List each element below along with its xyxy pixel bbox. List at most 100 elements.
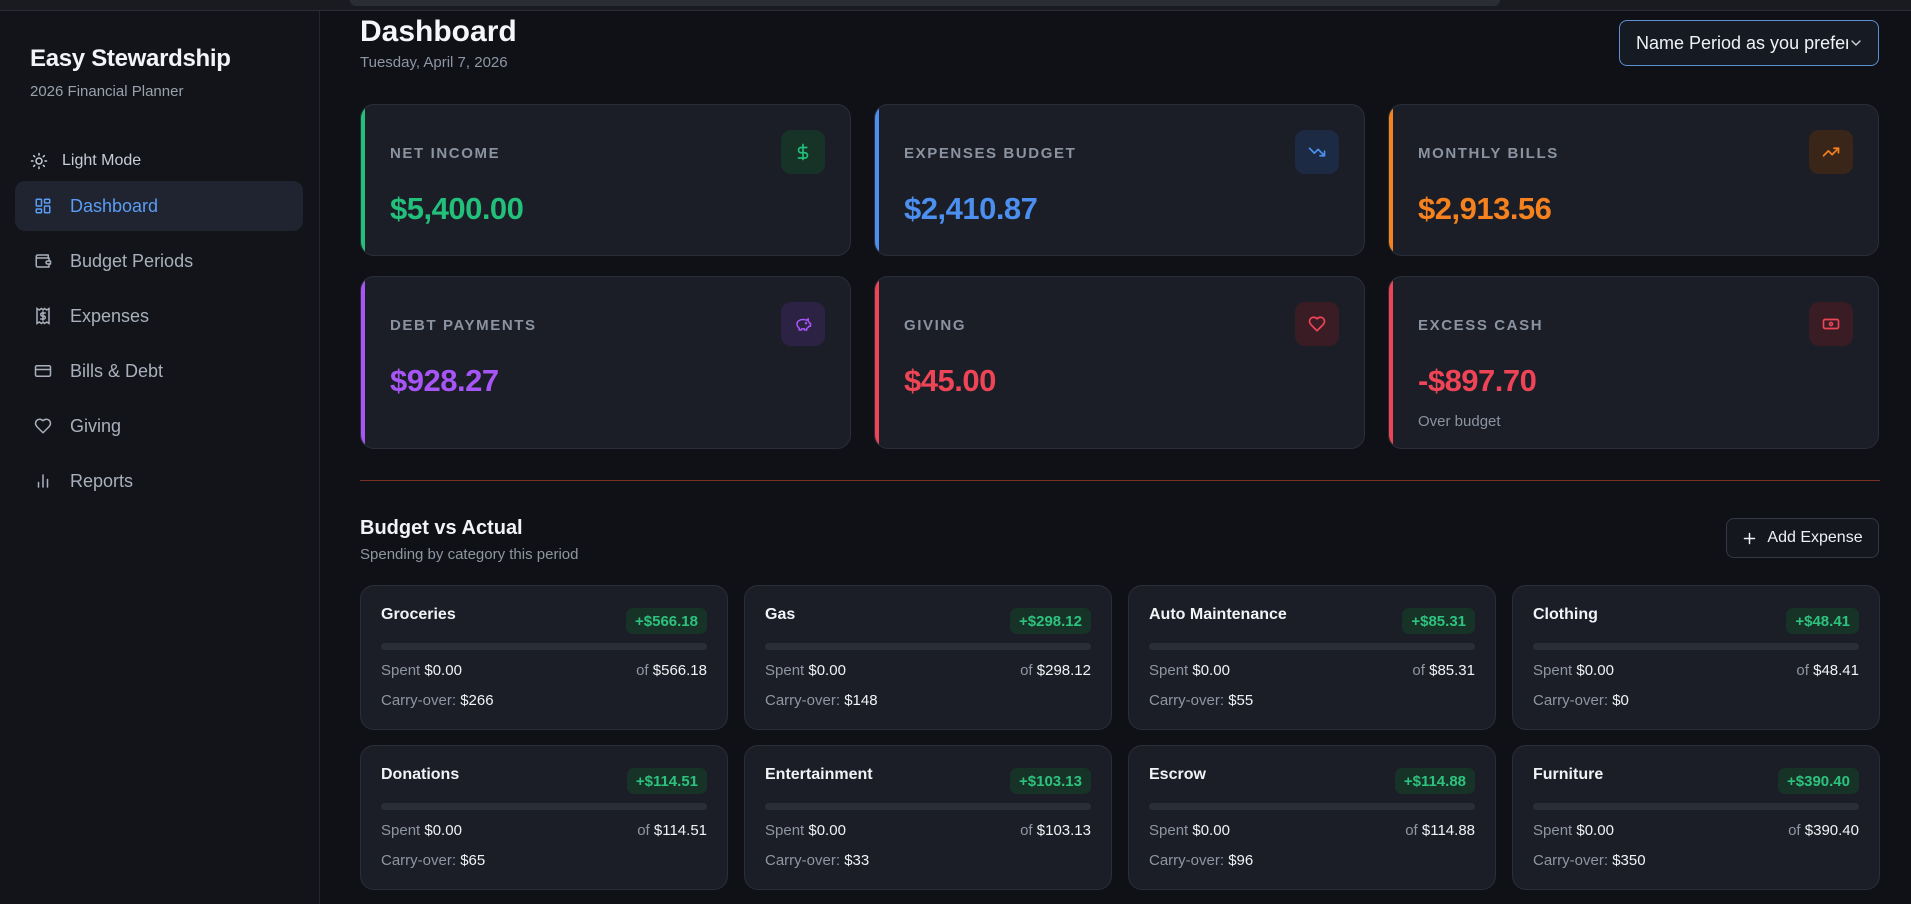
carry-over-label: Carry-over: bbox=[1149, 852, 1225, 869]
sidebar-item-bills-debt[interactable]: Bills & Debt bbox=[15, 346, 303, 396]
dashboard-icon bbox=[35, 198, 51, 214]
stat-card-expenses-budget: EXPENSES BUDGET $2,410.87 bbox=[874, 104, 1365, 256]
carry-over-label: Carry-over: bbox=[1533, 692, 1609, 709]
stat-card-debt-payments: DEBT PAYMENTS $928.27 bbox=[360, 276, 851, 449]
category-name: Clothing bbox=[1533, 606, 1598, 623]
spent-amount: Spent $0.00 bbox=[1149, 662, 1230, 679]
carry-over-value: $148 bbox=[844, 692, 878, 709]
stat-label: GIVING bbox=[904, 317, 967, 334]
stat-value: $928.27 bbox=[390, 363, 499, 398]
category-card-auto-maintenance[interactable]: Auto Maintenance +$85.31 Spent $0.00 of … bbox=[1128, 585, 1496, 730]
section-divider bbox=[360, 480, 1880, 481]
progress-bar bbox=[765, 803, 1091, 810]
carry-over-value: $55 bbox=[1228, 692, 1254, 709]
sidebar-item-label: Budget Periods bbox=[70, 250, 194, 271]
receipt-icon bbox=[36, 307, 50, 325]
browser-tab-strip bbox=[350, 0, 1500, 6]
category-card-entertainment[interactable]: Entertainment +$103.13 Spent $0.00 of $1… bbox=[744, 745, 1112, 890]
spent-value: $0.00 bbox=[1576, 822, 1614, 839]
carry-over-value: $0 bbox=[1612, 692, 1629, 709]
card-accent bbox=[361, 105, 365, 255]
total-value: $103.13 bbox=[1036, 822, 1091, 839]
of-label: of bbox=[1796, 662, 1809, 679]
remaining-badge: +$85.31 bbox=[1402, 608, 1475, 634]
carry-over: Carry-over: $96 bbox=[1149, 852, 1253, 869]
stat-label: DEBT PAYMENTS bbox=[390, 317, 537, 334]
period-select[interactable]: Name Period as you prefer bbox=[1619, 20, 1879, 66]
budget-total: of $114.51 bbox=[637, 822, 707, 839]
category-card-clothing[interactable]: Clothing +$48.41 Spent $0.00 of $48.41 C… bbox=[1512, 585, 1880, 730]
remaining-badge: +$114.51 bbox=[626, 768, 707, 794]
sidebar-item-label: Reports bbox=[70, 470, 134, 491]
budget-total: of $103.13 bbox=[1020, 822, 1091, 839]
sidebar-item-reports[interactable]: Reports bbox=[15, 456, 303, 506]
heart-icon bbox=[1295, 302, 1339, 346]
of-label: of bbox=[1020, 822, 1033, 839]
sidebar-item-budget-periods[interactable]: Budget Periods bbox=[15, 236, 303, 286]
progress-bar bbox=[1533, 803, 1859, 810]
stat-value: $2,913.56 bbox=[1418, 191, 1552, 226]
category-card-groceries[interactable]: Groceries +$566.18 Spent $0.00 of $566.1… bbox=[360, 585, 728, 730]
banknote-icon bbox=[1809, 302, 1853, 346]
carry-over-label: Carry-over: bbox=[1533, 852, 1609, 869]
spent-value: $0.00 bbox=[1192, 662, 1230, 679]
stat-value: $2,410.87 bbox=[904, 191, 1038, 226]
spent-value: $0.00 bbox=[1192, 822, 1230, 839]
period-select-value: Name Period as you prefer bbox=[1636, 32, 1848, 53]
spent-amount: Spent $0.00 bbox=[381, 662, 462, 679]
carry-over: Carry-over: $55 bbox=[1149, 692, 1253, 709]
page-date: Tuesday, April 7, 2026 bbox=[360, 54, 508, 71]
total-value: $85.31 bbox=[1429, 662, 1475, 679]
spent-amount: Spent $0.00 bbox=[765, 662, 846, 679]
stat-card-net-income: NET INCOME $5,400.00 bbox=[360, 104, 851, 256]
total-value: $390.40 bbox=[1804, 822, 1859, 839]
stat-label: MONTHLY BILLS bbox=[1418, 145, 1559, 162]
budget-total: of $390.40 bbox=[1788, 822, 1859, 839]
category-name: Auto Maintenance bbox=[1149, 606, 1287, 623]
spent-value: $0.00 bbox=[1576, 662, 1614, 679]
sidebar-item-dashboard[interactable]: Dashboard bbox=[15, 181, 303, 231]
remaining-badge: +$390.40 bbox=[1778, 768, 1859, 794]
carry-over: Carry-over: $33 bbox=[765, 852, 869, 869]
category-card-gas[interactable]: Gas +$298.12 Spent $0.00 of $298.12 Carr… bbox=[744, 585, 1112, 730]
category-name: Entertainment bbox=[765, 766, 873, 783]
budget-total: of $298.12 bbox=[1020, 662, 1091, 679]
remaining-badge: +$48.41 bbox=[1786, 608, 1859, 634]
trending-down-icon bbox=[1295, 130, 1339, 174]
total-value: $298.12 bbox=[1036, 662, 1091, 679]
add-expense-label: Add Expense bbox=[1767, 529, 1863, 546]
carry-over-label: Carry-over: bbox=[1149, 692, 1225, 709]
spent-amount: Spent $0.00 bbox=[1533, 662, 1614, 679]
category-name: Groceries bbox=[381, 606, 456, 623]
light-mode-toggle[interactable]: Light Mode bbox=[30, 141, 141, 181]
heart-icon bbox=[34, 418, 52, 434]
card-accent bbox=[1389, 277, 1393, 448]
carry-over: Carry-over: $0 bbox=[1533, 692, 1629, 709]
credit-card-icon bbox=[34, 365, 52, 377]
of-label: of bbox=[637, 822, 650, 839]
sidebar-item-label: Expenses bbox=[70, 305, 150, 326]
bar-chart-icon bbox=[37, 474, 49, 488]
budget-total: of $566.18 bbox=[636, 662, 707, 679]
carry-over-label: Carry-over: bbox=[381, 852, 457, 869]
carry-over: Carry-over: $350 bbox=[1533, 852, 1646, 869]
carry-over-value: $96 bbox=[1228, 852, 1254, 869]
carry-over-label: Carry-over: bbox=[765, 692, 841, 709]
of-label: of bbox=[1405, 822, 1418, 839]
category-card-donations[interactable]: Donations +$114.51 Spent $0.00 of $114.5… bbox=[360, 745, 728, 890]
category-cards: Groceries +$566.18 Spent $0.00 of $566.1… bbox=[360, 585, 1880, 890]
remaining-badge: +$103.13 bbox=[1010, 768, 1091, 794]
add-expense-button[interactable]: Add Expense bbox=[1726, 518, 1879, 558]
card-accent bbox=[875, 105, 879, 255]
total-value: $566.18 bbox=[652, 662, 707, 679]
sidebar-item-giving[interactable]: Giving bbox=[15, 401, 303, 451]
sidebar-item-expenses[interactable]: Expenses bbox=[15, 291, 303, 341]
spent-value: $0.00 bbox=[424, 822, 462, 839]
spent-label: Spent bbox=[1149, 822, 1189, 839]
budget-total: of $85.31 bbox=[1412, 662, 1475, 679]
piggy-bank-icon bbox=[781, 302, 825, 346]
category-name: Donations bbox=[381, 766, 460, 783]
category-card-furniture[interactable]: Furniture +$390.40 Spent $0.00 of $390.4… bbox=[1512, 745, 1880, 890]
card-accent bbox=[361, 277, 365, 448]
category-card-escrow[interactable]: Escrow +$114.88 Spent $0.00 of $114.88 C… bbox=[1128, 745, 1496, 890]
